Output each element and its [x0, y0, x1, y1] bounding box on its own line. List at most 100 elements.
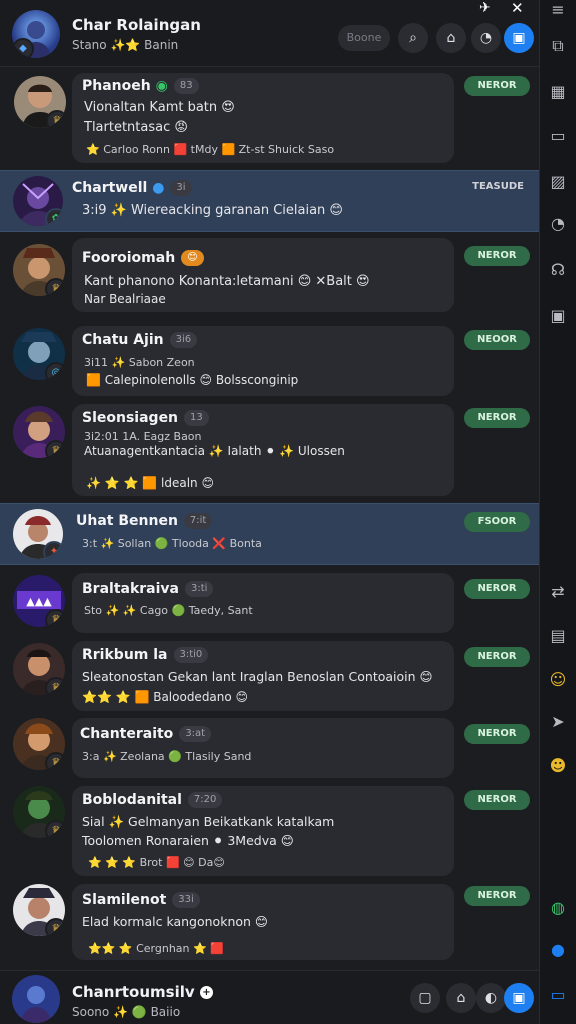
home-icon[interactable]: ⌂	[446, 983, 476, 1013]
layers-icon[interactable]: ⧉	[548, 36, 568, 56]
contact-name: Slamilenot 33i	[82, 892, 200, 908]
close-icon[interactable]: ✕	[511, 0, 524, 17]
message-line: Nar Bealriaae	[84, 292, 166, 306]
status-button[interactable]: NEROR	[464, 790, 530, 810]
status-button[interactable]: NEROR	[464, 246, 530, 266]
status-button[interactable]: NEROR	[464, 724, 530, 744]
crown-badge-icon: ♛	[46, 110, 66, 128]
message-meta: 3:t ✨ Sollan 🟢 Tlooda ❌ Bonta	[82, 537, 262, 550]
chat-row-selected[interactable]: ✿ Chartwell ● 3i TEASUDE 3:i9 ✨ Wiereacki…	[0, 170, 540, 232]
chat-row[interactable]: ♛ Sleonsiagen 13 NEROR 3i2:01 1A. Eagz Ba…	[0, 402, 540, 500]
compose-icon[interactable]: ▣	[504, 23, 534, 53]
message-line: ⭐⭐ ⭐ 🟧 Baloodedano 😊	[82, 690, 249, 704]
crown-badge-icon: ♛	[45, 677, 65, 695]
chat-row[interactable]: ♛ Slamilenot 33i NEROR Elad kormalc kango…	[0, 882, 540, 964]
message-meta: ⭐ Carloo Ronn 🟥 tMdy 🟧 Zt-st Shuick Saso	[86, 143, 335, 156]
screen-icon[interactable]: ▣	[548, 306, 568, 326]
shield-icon[interactable]: ◐	[476, 983, 506, 1013]
chat-header: ◆ Char Rolaingan Stano ✨⭐ Banin Boone ⌕ …	[0, 0, 540, 67]
pin-icon[interactable]: ✈	[479, 0, 491, 16]
clock-icon[interactable]: ◔	[548, 214, 568, 234]
status-button[interactable]: NEROR	[464, 647, 530, 667]
contact-name: Chatu Ajin 3i6	[82, 332, 198, 348]
message-line: Atuanagentkantacia ✨ Ialath ⚫ ✨ Ulossen	[84, 444, 345, 458]
chat-title: Char Rolaingan	[72, 16, 201, 34]
contact-name: Uhat Bennen 7:it	[76, 513, 213, 529]
avatar: ✦	[13, 509, 63, 559]
message-line: Toolomen Ronaraien ⚫ 3Medva 😊	[82, 833, 294, 848]
square-icon[interactable]: ▢	[410, 983, 440, 1013]
avatar: ♛	[14, 76, 66, 128]
status-button[interactable]: NEOOR	[464, 330, 530, 350]
avatar: ♛	[13, 718, 65, 770]
right-toolbar: ≡ ⧉ ▦ ▭ ▨ ◔ ☊ ▣ ⇄ ▤ ☺ ➤ ☻ ◍ ● ▭	[539, 0, 576, 1024]
chat-row-selected[interactable]: ✦ Uhat Bennen 7:it FSOOR 3:t ✨ Sollan 🟢 T…	[0, 503, 540, 565]
message-meta: 3i2:01 1A. Eagz Baon	[84, 430, 202, 443]
message-line: ✨ ⭐ ⭐ 🟧 ldealn 😊	[86, 476, 214, 490]
chat-row[interactable]: ♛ Rrikbum la 3:ti0 NEROR Sleatonostan Gek…	[0, 641, 540, 715]
crown-badge-icon: ♛	[45, 918, 65, 936]
contact-name: Rrikbum la 3:ti0	[82, 647, 209, 663]
time-tag: 83	[173, 78, 199, 94]
time-tag: 3:at	[179, 726, 212, 742]
chat-row[interactable]: ♛ Fooroiomah 😊 NEROR Kant phanono Konanta…	[0, 236, 540, 320]
message-line: Vionaltan Kamt batn 😍	[84, 100, 235, 115]
time-tag: 7:20	[187, 792, 223, 808]
send-icon[interactable]: ➤	[548, 712, 568, 732]
chat-row[interactable]: ♛ Boblodanital 7:20 NEROR Sial ✨ Gelmanya…	[0, 784, 540, 880]
crown-badge-icon: ♛	[45, 278, 65, 296]
message-line: 3:i9 ✨ Wiereacking garanan Cielaian 😊	[82, 203, 343, 218]
status-button[interactable]: NEROR	[464, 76, 530, 96]
status-button[interactable]: NEROR	[464, 408, 530, 428]
last-seen-time: TEASUDE	[472, 181, 524, 192]
bot-icon[interactable]: ⌂	[436, 23, 466, 53]
message-line: Sial ✨ Gelmanyan Beikatkank katalkam	[82, 814, 335, 829]
time-tag: 3i6	[169, 332, 198, 348]
timer-icon[interactable]: ◔	[471, 23, 501, 53]
status-button[interactable]: NEROR	[464, 886, 530, 906]
earth-icon[interactable]: ◍	[548, 898, 568, 918]
message-line: 🟧 Calepinolenolls 😊 Bolssconginip	[86, 373, 299, 387]
crown-badge-icon: ♛	[45, 440, 65, 458]
time-tag: 3i	[170, 180, 192, 196]
window-icon[interactable]: ▭	[548, 126, 568, 146]
crown-badge-icon: ♛	[45, 752, 65, 770]
emoji-icon[interactable]: ☻	[548, 756, 568, 776]
footer-avatar[interactable]	[12, 975, 60, 1023]
time-tag: 7:it	[183, 513, 213, 529]
avatar: ✿	[13, 176, 63, 226]
headset-icon[interactable]: ☊	[548, 260, 568, 280]
message-line: Elad kormalc kangonoknon 😊	[82, 914, 268, 929]
status-button[interactable]: FSOOR	[464, 512, 530, 532]
search-field[interactable]: Boone	[338, 25, 390, 51]
svg-text:▲▲▲: ▲▲▲	[26, 595, 52, 608]
menu-icon[interactable]: ≡	[548, 0, 568, 20]
chat-row[interactable]: ♛ Chanteraito 3:at NEROR 3:a ✨ Zeolana 🟢 …	[0, 716, 540, 782]
status-button[interactable]: NEROR	[464, 579, 530, 599]
add-icon: +	[199, 986, 213, 999]
shield-badge-icon: ◆	[12, 38, 34, 58]
contact-name: Chartwell ● 3i	[72, 180, 192, 196]
chat-row[interactable]: ♛ Phanoeh ◉ 83 NEROR Vionaltan Kamt batn …	[0, 66, 540, 168]
film-icon[interactable]: ▤	[548, 626, 568, 646]
image-icon[interactable]: ▨	[548, 172, 568, 192]
share-icon[interactable]: ⇄	[548, 582, 568, 602]
chat-row[interactable]: ◎ Chatu Ajin 3i6 NEOOR 3i11 ✨ Sabon Zeon …	[0, 322, 540, 400]
grid-icon[interactable]: ▦	[548, 82, 568, 102]
smile-icon[interactable]: ☺	[548, 670, 568, 690]
avatar: ▲▲▲ ♛	[13, 575, 65, 627]
message-line: Tlartetntasac 😡	[84, 120, 188, 135]
contact-name: Chanteraito 3:at	[80, 726, 212, 742]
chat-row[interactable]: ▲▲▲ ♛ Braltakraiva 3:ti NEROR Sto ✨ ✨ Cag…	[0, 571, 540, 639]
footer-subtitle: Soono ✨ 🟢 Baiio	[72, 1005, 181, 1019]
panel-icon[interactable]: ▭	[548, 985, 568, 1005]
info-icon[interactable]: ●	[548, 940, 568, 960]
message-meta: 3:a ✨ Zeolana 🟢 Tlasily Sand	[82, 750, 252, 763]
avatar: ♛	[13, 643, 65, 695]
contact-name: Sleonsiagen 13	[82, 410, 209, 426]
compose-icon[interactable]: ▣	[504, 983, 534, 1013]
header-avatar[interactable]: ◆	[12, 10, 60, 58]
crown-badge-icon: ♛	[45, 820, 65, 838]
message-meta: Sto ✨ ✨ Cago 🟢 Taedy, Sant	[84, 604, 253, 617]
search-icon[interactable]: ⌕	[398, 23, 428, 53]
